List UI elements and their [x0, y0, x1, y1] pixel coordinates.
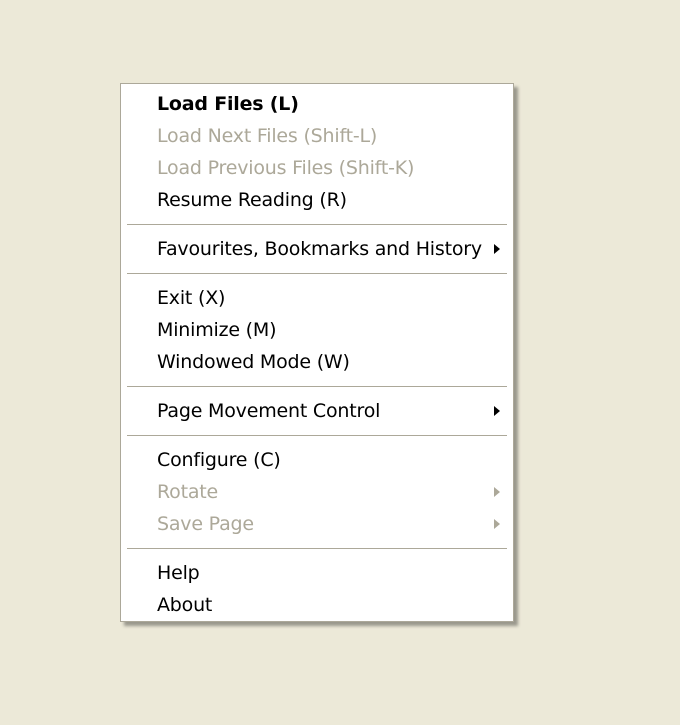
menu-separator [127, 224, 507, 225]
menu-item-load-previous-files: Load Previous Files (Shift-K) [157, 157, 415, 179]
menu-separator [127, 386, 507, 387]
menu-item-page-movement-control[interactable]: Page Movement Control [121, 395, 513, 427]
menu-item-about[interactable]: About [121, 589, 513, 621]
menu-item-windowed-mode[interactable]: Windowed Mode (W) [121, 346, 513, 378]
menu-item-exit[interactable]: Exit (X) [121, 282, 513, 314]
menu-separator [127, 435, 507, 436]
submenu-arrow-icon [494, 406, 500, 416]
menu-item-help[interactable]: Help [121, 557, 513, 589]
context-menu: Load Files (L) Load Next Files (Shift-L)… [120, 83, 514, 622]
submenu-arrow-icon [494, 244, 500, 254]
menu-item-load-files[interactable]: Load Files (L) [121, 88, 513, 120]
menu-item-configure[interactable]: Configure (C) [121, 444, 513, 476]
submenu-arrow-icon [494, 487, 500, 497]
menu-item-save-page-label: Save Page [157, 513, 254, 535]
menu-item-load-next-files: Load Next Files (Shift-L) [157, 125, 378, 147]
menu-separator [127, 273, 507, 274]
menu-item-minimize[interactable]: Minimize (M) [121, 314, 513, 346]
menu-item-rotate-label: Rotate [157, 481, 219, 503]
menu-item-resume-reading[interactable]: Resume Reading (R) [121, 184, 513, 216]
menu-item-save-page: Save Page [121, 508, 513, 540]
submenu-arrow-icon [494, 519, 500, 529]
menu-separator [127, 548, 507, 549]
menu-item-favourites-label: Favourites, Bookmarks and History [157, 238, 482, 260]
menu-item-rotate: Rotate [121, 476, 513, 508]
menu-item-favourites[interactable]: Favourites, Bookmarks and History [121, 233, 513, 265]
menu-item-page-movement-control-label: Page Movement Control [157, 400, 381, 422]
